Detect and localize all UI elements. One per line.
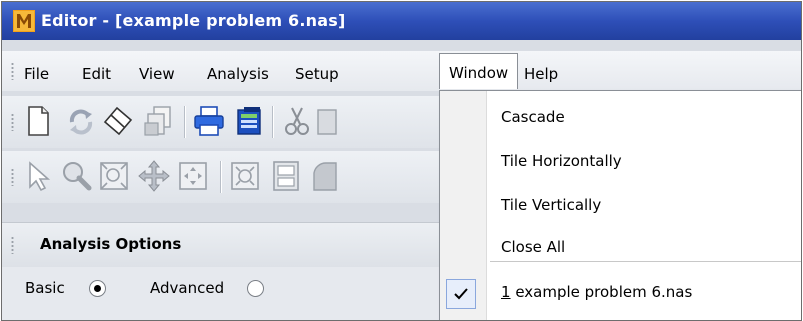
erase-icon[interactable] <box>101 104 135 138</box>
menu-item-tile-horizontally[interactable]: Tile Horizontally <box>501 152 622 170</box>
copy-pages-icon[interactable] <box>142 104 176 138</box>
move-icon[interactable] <box>176 159 210 193</box>
pan-icon[interactable] <box>137 159 171 193</box>
checkmark-icon <box>454 288 468 300</box>
mnemonic: 1 <box>501 283 511 301</box>
advanced-radio[interactable] <box>247 280 264 297</box>
menu-view[interactable]: View <box>139 65 175 83</box>
toolbar-separator <box>220 161 221 193</box>
checked-item-indicator <box>446 279 476 309</box>
shape-icon[interactable] <box>308 159 342 193</box>
menu-window[interactable]: Window <box>439 53 519 89</box>
app-logo-icon <box>13 10 35 32</box>
window-title: Editor - [example problem 6.nas] <box>41 11 346 30</box>
paste-icon[interactable] <box>312 104 346 138</box>
menu-help[interactable]: Help <box>524 65 558 83</box>
editor-window: Editor - [example problem 6.nas] File Ed… <box>1 1 802 321</box>
basic-radio-label[interactable]: Basic <box>25 279 65 297</box>
toolbar-grip-icon[interactable] <box>11 168 14 186</box>
zoom-fit-icon[interactable] <box>97 159 131 193</box>
toolbar-separator <box>184 106 185 138</box>
pointer-icon[interactable] <box>21 159 55 193</box>
radio-selected-dot <box>94 285 101 292</box>
new-document-icon[interactable] <box>21 104 55 138</box>
print-icon[interactable] <box>192 104 226 138</box>
toolbar-separator <box>272 106 273 138</box>
filmstrip-icon[interactable] <box>269 159 303 193</box>
menu-item-close-all[interactable]: Close All <box>501 238 565 256</box>
menu-file[interactable]: File <box>24 65 49 83</box>
zoom-extents-icon[interactable] <box>228 159 262 193</box>
window-menu-dropdown: Cascade Tile Horizontally Tile Verticall… <box>439 90 801 320</box>
panel-grip-icon[interactable] <box>11 236 14 254</box>
basic-radio[interactable] <box>89 280 106 297</box>
menu-analysis[interactable]: Analysis <box>207 65 269 83</box>
menu-item-tile-vertically[interactable]: Tile Vertically <box>501 196 601 214</box>
menu-separator <box>490 261 801 262</box>
title-bar: Editor - [example problem 6.nas] <box>2 2 801 40</box>
panel-title: Analysis Options <box>40 235 182 253</box>
menu-item-cascade[interactable]: Cascade <box>501 108 565 126</box>
refresh-icon[interactable] <box>64 104 98 138</box>
menubar-grip-icon[interactable] <box>11 62 14 80</box>
menu-item-open-window-1[interactable]: 1 example problem 6.nas <box>501 283 692 301</box>
menu-edit[interactable]: Edit <box>82 65 111 83</box>
cut-icon[interactable] <box>280 104 314 138</box>
advanced-radio-label[interactable]: Advanced <box>150 279 224 297</box>
zoom-icon[interactable] <box>59 159 93 193</box>
print-preview-icon[interactable] <box>232 104 266 138</box>
menu-setup[interactable]: Setup <box>295 65 339 83</box>
menu-bar: File Edit View Analysis Setup Window Hel… <box>2 51 801 91</box>
open-window-label: example problem 6.nas <box>510 283 693 301</box>
toolbar-grip-icon[interactable] <box>11 113 14 131</box>
